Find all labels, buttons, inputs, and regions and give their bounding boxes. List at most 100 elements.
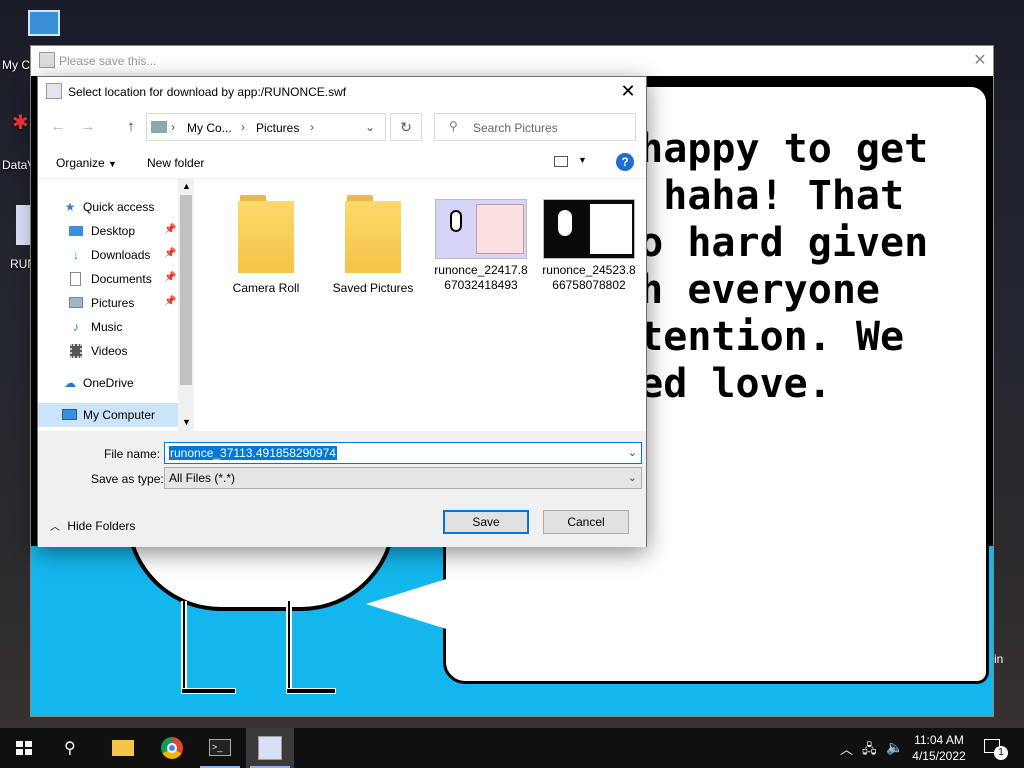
- nav-documents[interactable]: Documents 📌: [38, 267, 178, 291]
- file-item-runonce-2[interactable]: runonce_24523.8 66758078802: [539, 195, 639, 293]
- desktop-icon-my-computer[interactable]: My C: [2, 10, 60, 72]
- app-close-button[interactable]: ✕: [969, 50, 991, 72]
- clock[interactable]: 11:04 AM 4/15/2022: [910, 728, 968, 768]
- start-button[interactable]: [0, 728, 48, 768]
- nav-label: Quick access: [83, 200, 155, 214]
- chrome-taskbar-button[interactable]: [148, 728, 196, 768]
- nav-downloads[interactable]: ↓ Downloads 📌: [38, 243, 178, 267]
- chevron-down-icon[interactable]: ⌄: [628, 446, 637, 459]
- download-arrow-icon: ↓: [73, 248, 79, 262]
- new-folder-button[interactable]: New folder: [147, 156, 204, 170]
- file-name-line: runonce_24523.8: [542, 263, 636, 277]
- nav-label: OneDrive: [83, 376, 134, 390]
- app-bunny-icon: [39, 52, 55, 68]
- folder-icon: [238, 195, 294, 273]
- nav-onedrive[interactable]: ☁ OneDrive: [38, 371, 178, 395]
- bunny-leg: [286, 601, 292, 691]
- save-type-label: Save as type:: [91, 472, 164, 486]
- forward-arrow-icon[interactable]: →: [78, 117, 98, 137]
- chevron-up-icon[interactable]: ︿: [840, 739, 853, 768]
- file-item-runonce-1[interactable]: runonce_22417.8 67032418493: [431, 195, 531, 293]
- address-bar[interactable]: › My Co... › Pictures › ⌄: [146, 113, 386, 141]
- search-input[interactable]: ⚲ Search Pictures: [434, 113, 636, 141]
- computer-icon: [62, 407, 78, 423]
- pin-icon: 📌: [164, 248, 177, 259]
- terminal-icon: >_: [209, 739, 231, 756]
- scroll-up-icon[interactable]: ▲: [182, 181, 191, 191]
- chevron-down-icon: ▼: [108, 159, 117, 169]
- up-arrow-icon[interactable]: ↑: [121, 117, 141, 137]
- chevron-down-icon[interactable]: ▼: [578, 155, 587, 165]
- file-name: runonce_24523.8 66758078802: [539, 263, 639, 293]
- volume-icon[interactable]: 🔈: [886, 739, 903, 768]
- help-icon[interactable]: ?: [616, 153, 634, 171]
- navigation-pane: ★ Quick access Desktop 📌 ↓ Downloads 📌 D…: [38, 179, 194, 431]
- command-bar: Organize ▼ New folder ▼ ?: [38, 147, 646, 179]
- nav-my-computer[interactable]: My Computer: [38, 403, 178, 427]
- speech-text: r happy to get d, haha! That so hard giv…: [591, 126, 929, 407]
- save-type-value: All Files (*.*): [169, 471, 236, 485]
- dialog-app-icon: [46, 83, 62, 99]
- nav-scrollbar[interactable]: ▲ ▼: [178, 179, 194, 431]
- file-name-label: File name:: [104, 447, 161, 461]
- chevron-down-icon[interactable]: ⌄: [365, 120, 375, 134]
- runonce-taskbar-button[interactable]: [246, 728, 294, 768]
- scroll-thumb[interactable]: [180, 195, 192, 385]
- cloud-icon: ☁: [64, 376, 76, 390]
- save-button[interactable]: Save: [443, 510, 529, 534]
- notification-button[interactable]: 1: [980, 728, 1008, 768]
- search-icon: ⚲: [449, 119, 458, 133]
- hide-folders-toggle[interactable]: ︿ Hide Folders: [50, 518, 135, 533]
- document-icon: [68, 271, 84, 287]
- nav-label: Documents: [91, 272, 152, 286]
- app-icon: ✱: [12, 112, 29, 134]
- view-options-icon[interactable]: [554, 156, 568, 167]
- nav-desktop[interactable]: Desktop 📌: [38, 219, 178, 243]
- nav-label: My Computer: [83, 408, 156, 422]
- dialog-close-button[interactable]: ✕: [616, 81, 640, 103]
- back-arrow-icon[interactable]: ←: [48, 117, 68, 137]
- cancel-button[interactable]: Cancel: [543, 510, 629, 534]
- nav-pictures[interactable]: Pictures 📌: [38, 291, 178, 315]
- film-icon: [68, 343, 84, 359]
- app-titlebar: Please save this... ✕: [31, 46, 993, 76]
- partial-label: in: [994, 652, 1004, 666]
- nav-music[interactable]: ♪ Music: [38, 315, 178, 339]
- chevron-down-icon[interactable]: ⌄: [628, 471, 637, 484]
- search-taskbar-button[interactable]: ⚲: [48, 728, 96, 768]
- file-item-camera-roll[interactable]: Camera Roll: [216, 195, 316, 295]
- file-name-line: 67032418493: [444, 278, 518, 292]
- nav-label: Downloads: [91, 248, 151, 262]
- file-name: Camera Roll: [232, 281, 300, 295]
- scroll-down-icon[interactable]: ▼: [182, 417, 191, 427]
- taskbar: ⚲ >_ ︿ 🖧 🔈 11:04 AM 4/15/2022 1: [0, 728, 1024, 768]
- file-name-line: 66758078802: [552, 278, 626, 292]
- bunny-foot: [286, 688, 336, 694]
- desktop-folder-icon: [68, 223, 84, 239]
- file-name-value: runonce_37113.491858290974: [169, 446, 337, 460]
- breadcrumb-segment[interactable]: My Co...: [187, 121, 232, 135]
- file-name: Saved Pictures: [332, 281, 414, 295]
- nav-quick-access[interactable]: ★ Quick access: [38, 195, 178, 219]
- file-explorer-taskbar-button[interactable]: [98, 728, 146, 768]
- breadcrumb-segment[interactable]: Pictures: [256, 121, 299, 135]
- notification-count: 1: [994, 746, 1008, 760]
- file-item-saved-pictures[interactable]: Saved Pictures: [323, 195, 423, 295]
- organize-label: Organize: [56, 156, 105, 170]
- folder-path-icon: [151, 121, 167, 133]
- network-icon[interactable]: 🖧: [862, 740, 877, 768]
- nav-label: Music: [91, 320, 123, 334]
- app-title: Please save this...: [59, 54, 157, 68]
- file-name-input[interactable]: runonce_37113.491858290974 ⌄: [164, 442, 642, 464]
- nav-label: Desktop: [91, 224, 136, 238]
- pin-icon: 📌: [164, 224, 177, 235]
- bunny-leg: [181, 601, 187, 691]
- desktop-icon-label: My C: [2, 58, 30, 72]
- refresh-icon[interactable]: ↻: [390, 113, 422, 141]
- nav-videos[interactable]: Videos: [38, 339, 178, 363]
- save-dialog: Select location for download by app:/RUN…: [37, 76, 647, 547]
- terminal-taskbar-button[interactable]: >_: [196, 728, 244, 768]
- chrome-icon: [161, 737, 183, 759]
- organize-button[interactable]: Organize ▼: [56, 156, 117, 170]
- save-type-select[interactable]: All Files (*.*) ⌄: [164, 467, 642, 489]
